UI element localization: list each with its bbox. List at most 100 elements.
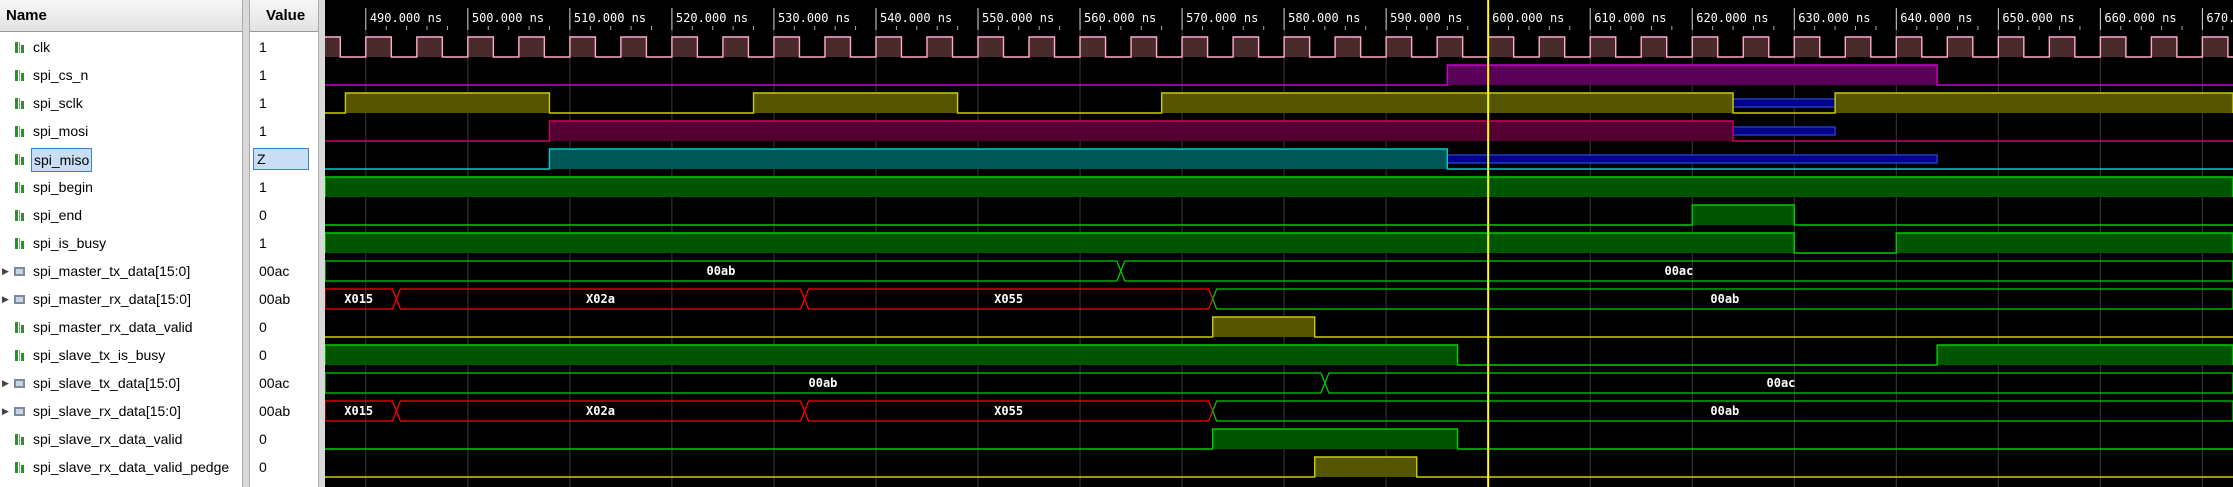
high-impedance-segment xyxy=(1732,126,1836,136)
clock-high-fill xyxy=(1437,37,1463,57)
bit-signal-icon xyxy=(15,210,24,221)
tick-label: 660.000 ns xyxy=(2104,11,2176,25)
clock-high-fill xyxy=(1131,37,1157,57)
bit-signal-icon xyxy=(15,154,24,165)
signal-row-spi-begin[interactable]: spi_begin xyxy=(0,173,243,201)
signal-name-label: spi_sclk xyxy=(33,95,83,111)
signal-row-spi-sclk[interactable]: spi_sclk xyxy=(0,89,243,117)
signal-row-spi-slave-rx-data-valid-pedge[interactable]: spi_slave_rx_data_valid_pedge xyxy=(0,453,243,481)
tick-label: 560.000 ns xyxy=(1084,11,1156,25)
signal-value: 00ab xyxy=(250,397,318,425)
bus-value-label: X055 xyxy=(994,292,1023,306)
bus-value-label: X02a xyxy=(586,292,615,306)
clock-high-fill xyxy=(1998,37,2024,57)
bus-value-label: X02a xyxy=(586,404,615,418)
high-level-fill xyxy=(345,93,550,113)
bus-signal-icon xyxy=(14,295,25,304)
signal-row-spi-slave-tx-is-busy[interactable]: spi_slave_tx_is_busy xyxy=(0,341,243,369)
name-column-header[interactable]: Name xyxy=(0,0,242,32)
bus-value-label: 00ab xyxy=(1710,292,1739,306)
signal-name-label: spi_miso xyxy=(31,148,93,172)
high-level-fill xyxy=(1896,233,2233,253)
clock-high-fill xyxy=(2151,37,2177,57)
bus-value-label: X015 xyxy=(344,404,373,418)
signal-row-spi-end[interactable]: spi_end xyxy=(0,201,243,229)
signal-name-panel: Name clk spi_cs_n spi_sclk spi_mosi spi_miso… xyxy=(0,0,243,487)
signal-value-text: 1 xyxy=(259,67,267,83)
trace-spi-slave-rx-data-valid-pedge xyxy=(325,456,2233,478)
signal-value-text: 0 xyxy=(259,319,267,335)
signal-name-label: spi_mosi xyxy=(33,123,89,139)
clock-high-fill xyxy=(722,37,749,57)
trace-spi-slave-rx-data-valid xyxy=(325,428,2233,450)
signal-row-spi-slave-rx-data[interactable]: ▶ spi_slave_rx_data[15:0] xyxy=(0,397,243,425)
bus-value-label: 00ac xyxy=(1767,376,1796,390)
clock-high-fill xyxy=(1845,37,1871,57)
signal-name-label: spi_slave_tx_data[15:0] xyxy=(33,375,181,391)
signal-row-spi-master-tx-data[interactable]: ▶ spi_master_tx_data[15:0] xyxy=(0,257,243,285)
clock-trace xyxy=(325,36,2233,58)
bus-value-label: 00ac xyxy=(1664,264,1693,278)
signal-row-spi-slave-tx-data[interactable]: ▶ spi_slave_tx_data[15:0] xyxy=(0,369,243,397)
signal-name-label: spi_slave_rx_data[15:0] xyxy=(33,403,181,419)
signal-value: 1 xyxy=(250,117,318,145)
trace-spi-end xyxy=(325,204,2233,226)
expand-arrow-icon[interactable]: ▶ xyxy=(2,257,9,285)
signal-value: 0 xyxy=(250,453,318,481)
signal-row-spi-cs-n[interactable]: spi_cs_n xyxy=(0,61,243,89)
high-level-fill xyxy=(1937,345,2233,365)
waveform-canvas[interactable]: 490.000 ns 500.000 ns 510.000 ns 520.000 ns… xyxy=(325,0,2233,487)
bit-signal-icon xyxy=(15,322,24,333)
signal-row-spi-slave-rx-data-valid[interactable]: spi_slave_rx_data_valid xyxy=(0,425,243,453)
signal-value-panel: Value 1 1 1 1 Z 1 0 1 00ac 00ab 0 0 00ac 00ab 0 0 xyxy=(249,0,319,487)
expand-arrow-icon[interactable]: ▶ xyxy=(2,369,9,397)
signal-row-spi-master-rx-data[interactable]: ▶ spi_master_rx_data[15:0] xyxy=(0,285,243,313)
bus-value-label: X055 xyxy=(994,404,1023,418)
signal-value: 1 xyxy=(250,89,318,117)
waveform-traces: 00ab 00ac X015 X02a X055 00ab 00ab 00ac X015 X02a… xyxy=(325,36,2233,478)
high-level-fill xyxy=(549,121,1734,141)
clock-high-fill xyxy=(926,37,953,57)
signal-value-text: 0 xyxy=(259,431,267,447)
clock-high-fill xyxy=(1029,37,1055,57)
signal-name-label: spi_master_rx_data_valid xyxy=(33,319,193,335)
tick-label: 600.000 ns xyxy=(1492,11,1564,25)
tick-label: 570.000 ns xyxy=(1186,11,1258,25)
clock-high-fill xyxy=(569,37,596,57)
signal-row-spi-mosi[interactable]: spi_mosi xyxy=(0,117,243,145)
signal-value: 0 xyxy=(250,313,318,341)
signal-value-text: 0 xyxy=(259,207,267,223)
trace-spi-is-busy xyxy=(325,232,2233,254)
high-level-fill xyxy=(1692,205,1795,225)
value-column-header[interactable]: Value xyxy=(250,0,318,32)
expand-arrow-icon[interactable]: ▶ xyxy=(2,397,9,425)
signal-value: Z xyxy=(250,145,318,173)
tick-label: 630.000 ns xyxy=(1798,11,1870,25)
signal-value-text: 00ac xyxy=(259,263,290,279)
tick-label: 510.000 ns xyxy=(574,11,646,25)
bus-value-label: 00ab xyxy=(1710,404,1739,418)
signal-row-spi-miso[interactable]: spi_miso xyxy=(0,145,243,173)
clock-high-fill xyxy=(1794,37,1820,57)
signal-value: 1 xyxy=(250,229,318,257)
signal-value-text: Z xyxy=(253,148,309,170)
signal-value: 0 xyxy=(250,201,318,229)
signal-row-spi-is-busy[interactable]: spi_is_busy xyxy=(0,229,243,257)
trace-spi-master-rx-data: X015 X02a X055 00ab xyxy=(325,288,2233,310)
trace-spi-begin xyxy=(325,176,2233,197)
high-level-fill xyxy=(1212,429,1458,449)
signal-row-spi-master-rx-data-valid[interactable]: spi_master_rx_data_valid xyxy=(0,313,243,341)
clock-high-fill xyxy=(978,37,1004,57)
signal-row-clk[interactable]: clk xyxy=(0,33,243,61)
signal-value: 1 xyxy=(250,33,318,61)
clock-high-fill xyxy=(1335,37,1361,57)
bit-signal-icon xyxy=(15,182,24,193)
tick-label: 670.000 ns xyxy=(2206,11,2233,25)
high-level-fill xyxy=(753,93,958,113)
tick-label: 640.000 ns xyxy=(1900,11,1972,25)
expand-arrow-icon[interactable]: ▶ xyxy=(2,285,9,313)
clock-high-fill xyxy=(325,37,341,57)
high-level-fill xyxy=(1835,93,2233,113)
tick-label: 580.000 ns xyxy=(1288,11,1360,25)
bit-signal-icon xyxy=(15,42,24,53)
